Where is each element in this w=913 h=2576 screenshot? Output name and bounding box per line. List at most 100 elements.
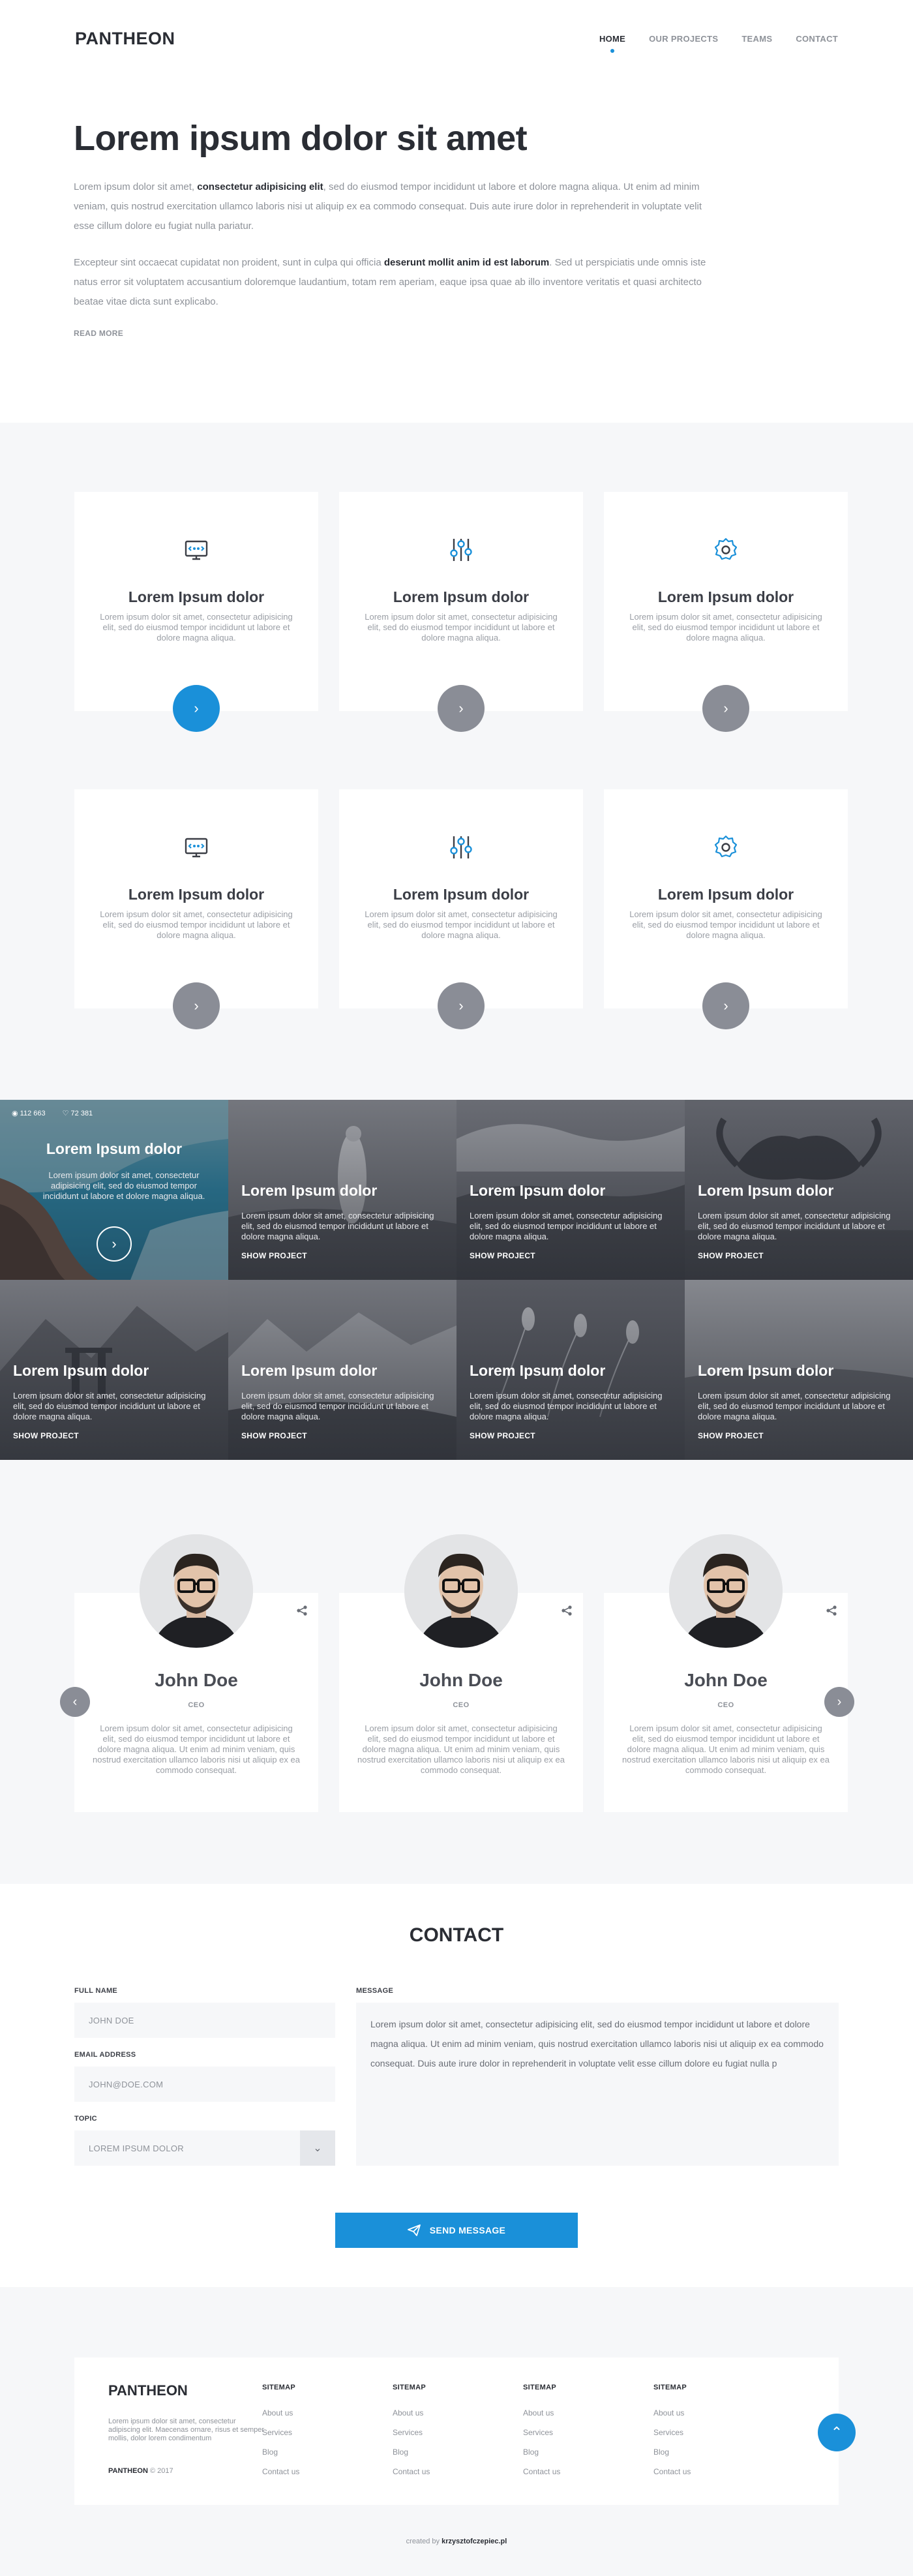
member-role: CEO <box>453 1701 470 1709</box>
service-title: Lorem Ipsum dolor <box>393 886 530 903</box>
service-card: Lorem Ipsum dolor Lorem ipsum dolor sit a… <box>74 789 318 1029</box>
team-card: John Doe CEO Lorem ipsum dolor sit amet, c… <box>74 1534 318 1812</box>
sliders-icon <box>445 534 477 566</box>
team-card: John Doe CEO Lorem ipsum dolor sit amet, c… <box>604 1534 848 1812</box>
service-arrow-button[interactable]: › <box>702 982 749 1029</box>
service-arrow-button[interactable]: › <box>173 982 220 1029</box>
email-label: EMAIL ADDRESS <box>74 2051 136 2059</box>
message-textarea[interactable]: Lorem ipsum dolor sit amet, consectetur … <box>356 2003 839 2166</box>
topic-select[interactable]: LOREM IPSUM DOLOR <box>74 2130 335 2166</box>
share-icon[interactable] <box>826 1605 837 1616</box>
show-project-link[interactable]: SHOW PROJECT <box>470 1431 535 1440</box>
monitor-icon <box>180 534 213 566</box>
project-title: Lorem Ipsum dolor <box>470 1182 606 1199</box>
footer-link[interactable]: About us <box>262 2408 299 2417</box>
footer-link[interactable]: Blog <box>653 2447 691 2457</box>
full-name-label: FULL NAME <box>74 1987 118 1995</box>
member-bio: Lorem ipsum dolor sit amet, consectetur … <box>357 1723 565 1775</box>
chevron-down-icon[interactable]: ⌄ <box>300 2130 335 2166</box>
back-to-top-button[interactable]: ⌃ <box>818 2414 856 2451</box>
member-role: CEO <box>188 1701 205 1709</box>
share-icon[interactable] <box>561 1605 573 1616</box>
footer-link[interactable]: Blog <box>262 2447 299 2457</box>
play-button[interactable]: › <box>97 1226 132 1262</box>
footer-link[interactable]: Services <box>262 2428 299 2437</box>
service-arrow-button[interactable]: › <box>438 685 485 732</box>
footer-link[interactable]: About us <box>523 2408 560 2417</box>
service-arrow-button[interactable]: › <box>173 685 220 732</box>
active-indicator <box>610 49 615 53</box>
hero-section: Lorem ipsum dolor sit amet Lorem ipsum d… <box>74 117 706 339</box>
footer-link[interactable]: Blog <box>523 2447 560 2457</box>
service-card: Lorem Ipsum dolor Lorem ipsum dolor sit a… <box>74 492 318 732</box>
show-project-link[interactable]: SHOW PROJECT <box>698 1251 764 1260</box>
footer-link[interactable]: Contact us <box>393 2467 430 2476</box>
nav-our-projects[interactable]: OUR PROJECTS <box>649 34 718 44</box>
footer-link[interactable]: Contact us <box>653 2467 691 2476</box>
sliders-icon <box>445 831 477 864</box>
member-name: John Doe <box>155 1670 238 1690</box>
share-icon[interactable] <box>296 1605 308 1616</box>
footer-link[interactable]: About us <box>393 2408 430 2417</box>
team-next-arrow[interactable]: › <box>824 1687 854 1717</box>
project-text: Lorem ipsum dolor sit amet, consectetur … <box>13 1391 206 1421</box>
footer-link[interactable]: Services <box>653 2428 691 2437</box>
credit-link[interactable]: krzysztofczepiec.pl <box>442 2538 507 2545</box>
service-title: Lorem Ipsum dolor <box>657 886 794 903</box>
project-tile[interactable]: Lorem Ipsum dolor Lorem ipsum dolor sit a… <box>228 1100 456 1280</box>
project-tile[interactable]: Lorem Ipsum dolor Lorem ipsum dolor sit a… <box>456 1280 685 1460</box>
project-title: Lorem Ipsum dolor <box>698 1182 834 1199</box>
footer-link[interactable]: Services <box>393 2428 430 2437</box>
project-stats: ◉ 112 663 ♡ 72 381 <box>12 1109 93 1117</box>
show-project-link[interactable]: SHOW PROJECT <box>470 1251 535 1260</box>
service-arrow-button[interactable]: › <box>438 982 485 1029</box>
service-card: Lorem Ipsum dolor Lorem ipsum dolor sit a… <box>339 789 583 1029</box>
footer-card: PANTHEON Lorem ipsum dolor sit amet, con… <box>74 2357 839 2505</box>
member-bio: Lorem ipsum dolor sit amet, consectetur … <box>93 1723 300 1775</box>
service-card: Lorem Ipsum dolor Lorem ipsum dolor sit a… <box>339 492 583 732</box>
service-title: Lorem Ipsum dolor <box>128 886 265 903</box>
project-tile[interactable]: Lorem Ipsum dolor Lorem ipsum dolor sit a… <box>456 1100 685 1280</box>
member-name: John Doe <box>419 1670 503 1690</box>
project-tile[interactable]: Lorem Ipsum dolor Lorem ipsum dolor sit a… <box>685 1100 913 1280</box>
team-prev-arrow[interactable]: ‹ <box>60 1687 90 1717</box>
nav-contact[interactable]: CONTACT <box>796 34 838 44</box>
project-tile-featured[interactable]: ◉ 112 663 ♡ 72 381 Lorem Ipsum dolor Lor… <box>0 1100 228 1280</box>
project-title: Lorem Ipsum dolor <box>241 1182 378 1199</box>
contact-title: CONTACT <box>409 1924 504 1946</box>
footer-credit: created by krzysztofczepiec.pl <box>406 2538 507 2545</box>
footer-link[interactable]: Blog <box>393 2447 430 2457</box>
gear-icon <box>710 534 742 566</box>
footer-link[interactable]: Contact us <box>523 2467 560 2476</box>
paper-plane-icon <box>407 2224 421 2236</box>
service-text: Lorem ipsum dolor sit amet, consectetur … <box>365 612 558 643</box>
send-message-button[interactable]: SEND MESSAGE <box>335 2213 578 2248</box>
show-project-link[interactable]: SHOW PROJECT <box>698 1431 764 1440</box>
service-text: Lorem ipsum dolor sit amet, consectetur … <box>629 909 822 940</box>
project-tile[interactable]: Lorem Ipsum dolor Lorem ipsum dolor sit a… <box>0 1280 228 1460</box>
site-logo[interactable]: PANTHEON <box>75 29 175 49</box>
project-title: Lorem Ipsum dolor <box>13 1362 149 1379</box>
project-tile[interactable]: Lorem Ipsum dolor Lorem ipsum dolor sit a… <box>685 1280 913 1460</box>
service-arrow-button[interactable]: › <box>702 685 749 732</box>
footer-link[interactable]: Services <box>523 2428 560 2437</box>
nav-teams[interactable]: TEAMS <box>741 34 772 44</box>
project-text: Lorem ipsum dolor sit amet, consectetur … <box>241 1391 434 1421</box>
footer-column-title: SITEMAP <box>653 2384 687 2391</box>
show-project-link[interactable]: SHOW PROJECT <box>241 1431 307 1440</box>
hero-paragraph-2: Excepteur sint occaecat cupidatat non pr… <box>74 257 706 307</box>
project-text: Lorem ipsum dolor sit amet, consectetur … <box>470 1391 663 1421</box>
footer-logo[interactable]: PANTHEON <box>108 2382 188 2399</box>
show-project-link[interactable]: SHOW PROJECT <box>241 1251 307 1260</box>
full-name-field[interactable]: JOHN DOE <box>74 2003 335 2038</box>
email-field[interactable]: JOHN@DOE.COM <box>74 2067 335 2102</box>
member-name: John Doe <box>684 1670 768 1690</box>
nav-home[interactable]: HOME <box>599 34 625 53</box>
show-project-link[interactable]: SHOW PROJECT <box>13 1431 79 1440</box>
views-count: ◉ 112 663 <box>12 1110 46 1117</box>
footer-description: Lorem ipsum dolor sit amet, consectetur … <box>108 2417 265 2442</box>
project-tile[interactable]: Lorem Ipsum dolor Lorem ipsum dolor sit a… <box>228 1280 456 1460</box>
read-more-link[interactable]: READ MORE <box>74 329 123 338</box>
footer-link[interactable]: Contact us <box>262 2467 299 2476</box>
footer-link[interactable]: About us <box>653 2408 691 2417</box>
